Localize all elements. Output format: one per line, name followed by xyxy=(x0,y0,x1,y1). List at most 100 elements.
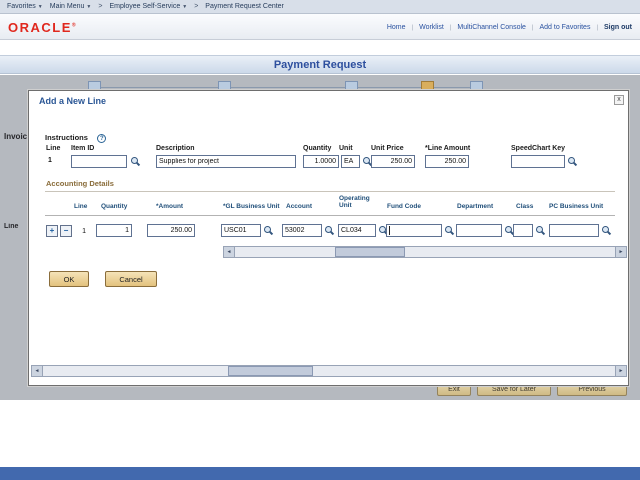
row-class-input[interactable] xyxy=(513,224,533,237)
link-home[interactable]: Home xyxy=(387,24,406,31)
unit-input[interactable] xyxy=(341,155,360,168)
row-amount-input[interactable] xyxy=(147,224,195,237)
invoice-heading-clipped: Invoice xyxy=(4,132,29,141)
col-class: Class xyxy=(516,203,534,210)
row-account-input[interactable] xyxy=(282,224,322,237)
page-title: Payment Request xyxy=(273,59,367,71)
description-label: Description xyxy=(156,145,195,152)
link-multichannel-console[interactable]: MultiChannel Console xyxy=(457,24,525,31)
scrollbar-track[interactable] xyxy=(235,247,615,257)
scroll-right-arrow[interactable]: ► xyxy=(615,366,626,376)
scrollbar-thumb[interactable] xyxy=(335,247,405,257)
breadcrumb-favorites-label: Favorites xyxy=(7,3,36,10)
accounting-details-title: Accounting Details xyxy=(46,179,114,188)
add-new-line-modal: Add a New Line x Instructions ? Line Ite… xyxy=(28,90,629,386)
screen: Favorites ▼ Main Menu ▼ > Employee Self-… xyxy=(0,0,640,480)
footer-bar xyxy=(0,467,640,480)
quantity-input[interactable] xyxy=(303,155,339,168)
section-divider xyxy=(45,191,615,192)
help-icon[interactable]: ? xyxy=(97,134,107,143)
delete-row-button[interactable]: − xyxy=(60,225,72,237)
link-separator: | xyxy=(411,24,414,31)
line-amount-label: *Line Amount xyxy=(425,145,471,152)
add-row-button[interactable]: + xyxy=(46,225,58,237)
breadcrumb-separator: > xyxy=(194,3,199,10)
link-separator: | xyxy=(449,24,452,31)
link-worklist[interactable]: Worklist xyxy=(419,24,444,31)
link-separator: | xyxy=(531,24,534,31)
speedchart-key-input[interactable] xyxy=(511,155,565,168)
line-amount-input[interactable] xyxy=(425,155,469,168)
chevron-down-icon: ▼ xyxy=(86,3,92,10)
col-line: Line xyxy=(74,203,88,210)
grid-horizontal-scrollbar[interactable]: ◄ ► xyxy=(223,246,627,258)
ok-button[interactable]: OK xyxy=(49,271,89,287)
row-pc-business-unit-input[interactable] xyxy=(549,224,599,237)
breadcrumb-employee-self-service[interactable]: Employee Self-Service ▼ xyxy=(109,3,187,10)
row-operating-unit-input[interactable] xyxy=(338,224,376,237)
row-department-input[interactable] xyxy=(456,224,502,237)
item-id-label: Item ID xyxy=(71,145,95,152)
breadcrumb-separator: > xyxy=(98,3,103,10)
scroll-left-arrow[interactable]: ◄ xyxy=(32,366,43,376)
wizard-progress-line xyxy=(95,87,476,88)
col-quantity: Quantity xyxy=(101,203,128,210)
row-line-number: 1 xyxy=(82,228,86,235)
breadcrumb: Favorites ▼ Main Menu ▼ > Employee Self-… xyxy=(0,0,640,14)
gl-business-unit-lookup-icon[interactable] xyxy=(263,225,274,236)
scrollbar-thumb[interactable] xyxy=(228,366,313,376)
line-label: Line xyxy=(46,145,61,152)
breadcrumb-main-menu-label: Main Menu xyxy=(49,3,85,10)
grid-header-divider xyxy=(45,215,615,216)
item-id-input[interactable] xyxy=(71,155,127,168)
speedchart-key-label: SpeedChart Key xyxy=(511,145,566,152)
oracle-logo[interactable]: ORACLE® xyxy=(8,20,77,35)
col-pc-business-unit: PC Business Unit xyxy=(549,203,604,210)
line-number-value: 1 xyxy=(48,157,52,164)
breadcrumb-employee-self-service-label: Employee Self-Service xyxy=(109,3,181,10)
modal-horizontal-scrollbar[interactable]: ◄ ► xyxy=(31,365,627,377)
top-links: Home | Worklist | MultiChannel Console |… xyxy=(387,24,632,31)
pc-business-unit-lookup-icon[interactable] xyxy=(601,225,612,236)
link-add-to-favorites[interactable]: Add to Favorites xyxy=(539,24,590,31)
item-id-lookup-icon[interactable] xyxy=(130,156,141,167)
col-department: Department xyxy=(457,203,494,210)
chevron-down-icon: ▼ xyxy=(37,3,43,10)
scroll-left-arrow[interactable]: ◄ xyxy=(224,247,235,257)
col-amount: *Amount xyxy=(156,203,184,210)
modal-title: Add a New Line xyxy=(39,96,107,106)
cancel-button[interactable]: Cancel xyxy=(105,271,157,287)
col-gl-business-unit: *GL Business Unit xyxy=(223,203,280,210)
row-quantity-input[interactable] xyxy=(96,224,132,237)
instructions-row: Instructions ? xyxy=(45,127,107,145)
breadcrumb-main-menu[interactable]: Main Menu ▼ xyxy=(50,3,92,10)
registered-mark: ® xyxy=(71,22,78,29)
col-fund-code: Fund Code xyxy=(387,203,421,210)
row-fund-code-input[interactable] xyxy=(386,224,442,237)
link-separator: | xyxy=(596,24,598,31)
speedchart-lookup-icon[interactable] xyxy=(567,156,578,167)
col-account: Account xyxy=(286,203,312,210)
page-title-banner: Payment Request xyxy=(0,55,640,74)
unit-label: Unit xyxy=(339,145,353,152)
text-cursor xyxy=(389,226,390,235)
scrollbar-track[interactable] xyxy=(43,366,615,376)
unit-price-input[interactable] xyxy=(371,155,415,168)
top-header-bar: ORACLE® Home | Worklist | MultiChannel C… xyxy=(0,14,640,40)
row-gl-business-unit-input[interactable] xyxy=(221,224,261,237)
scroll-right-arrow[interactable]: ► xyxy=(615,247,626,257)
col-operating-unit: Operating Unit xyxy=(339,195,370,210)
close-icon[interactable]: x xyxy=(614,95,624,105)
breadcrumb-payment-request-center-label: Payment Request Center xyxy=(205,3,284,10)
line-heading-clipped: Line xyxy=(4,223,19,230)
fund-code-lookup-icon[interactable] xyxy=(444,225,455,236)
unit-price-label: Unit Price xyxy=(371,145,404,152)
link-sign-out[interactable]: Sign out xyxy=(604,24,632,31)
class-lookup-icon[interactable] xyxy=(535,225,546,236)
account-lookup-icon[interactable] xyxy=(324,225,335,236)
quantity-label: Quantity xyxy=(303,145,332,152)
chevron-down-icon: ▼ xyxy=(182,3,188,10)
description-input[interactable] xyxy=(156,155,296,168)
breadcrumb-favorites[interactable]: Favorites ▼ xyxy=(7,3,43,10)
breadcrumb-payment-request-center[interactable]: Payment Request Center xyxy=(205,3,284,10)
